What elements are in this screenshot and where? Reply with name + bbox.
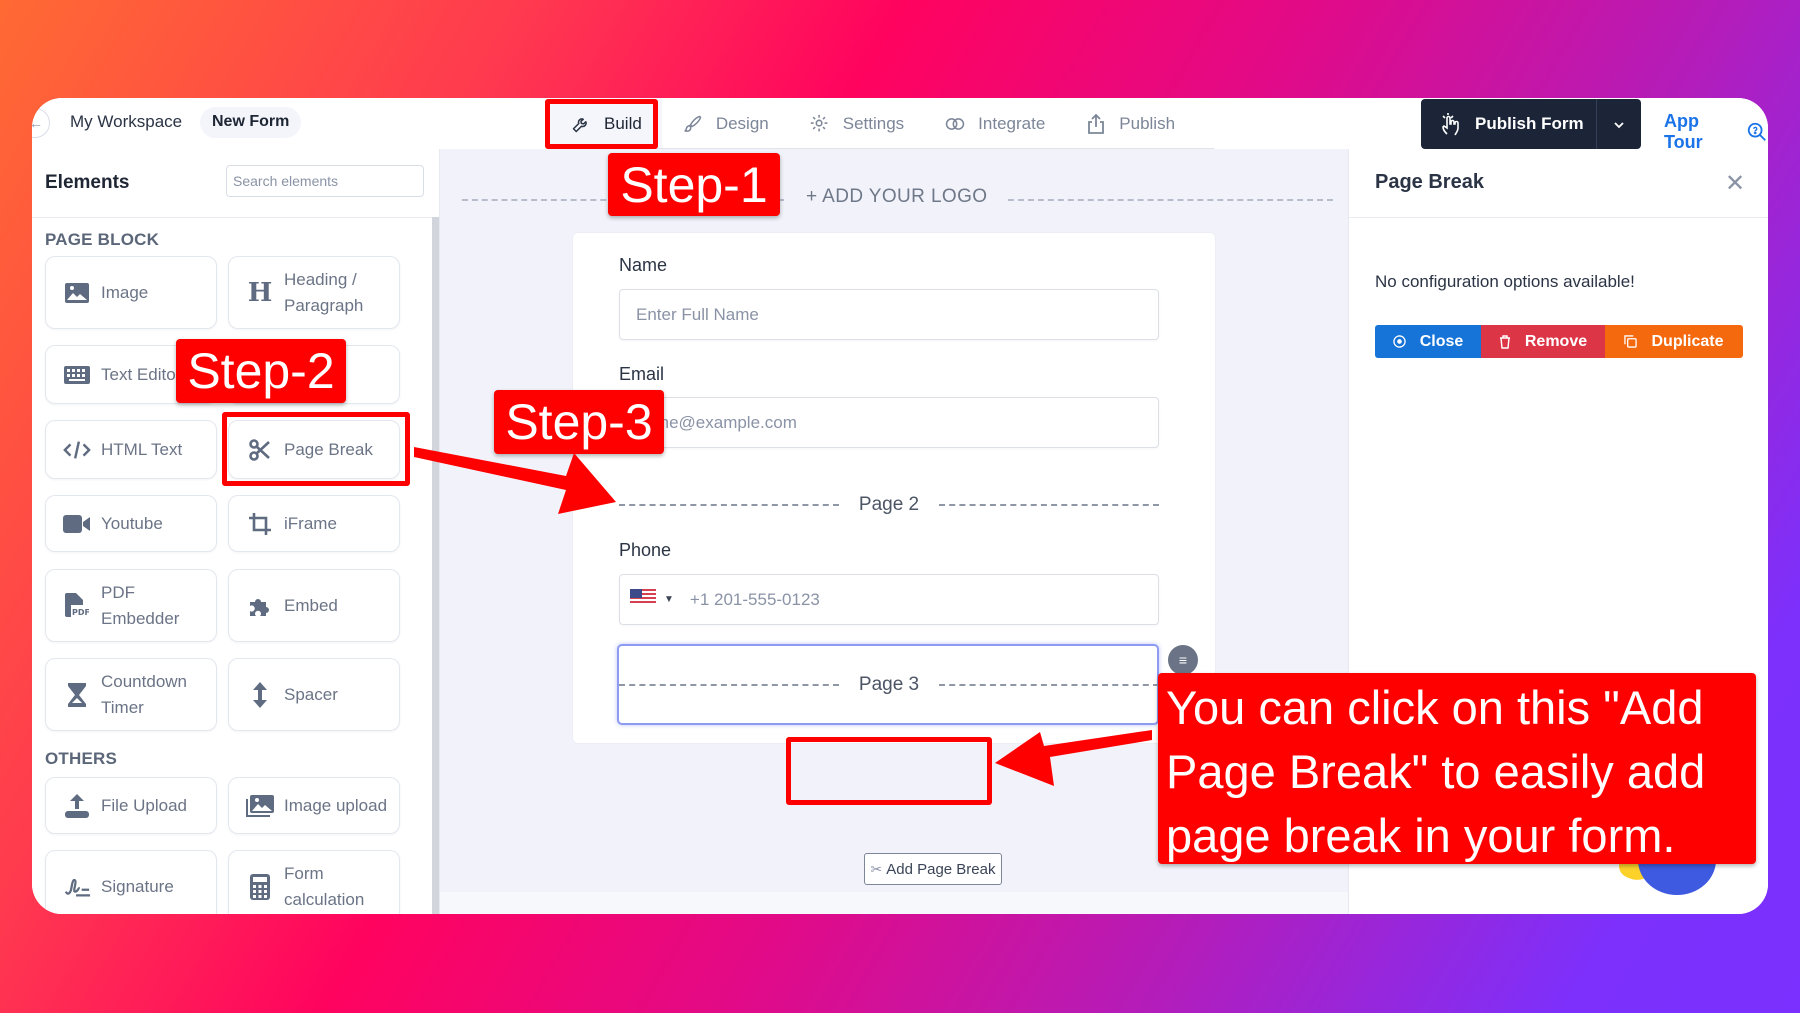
annotation-arrows	[414, 447, 1152, 786]
callout-arrow	[995, 730, 1152, 786]
step3-arrow	[414, 447, 616, 514]
